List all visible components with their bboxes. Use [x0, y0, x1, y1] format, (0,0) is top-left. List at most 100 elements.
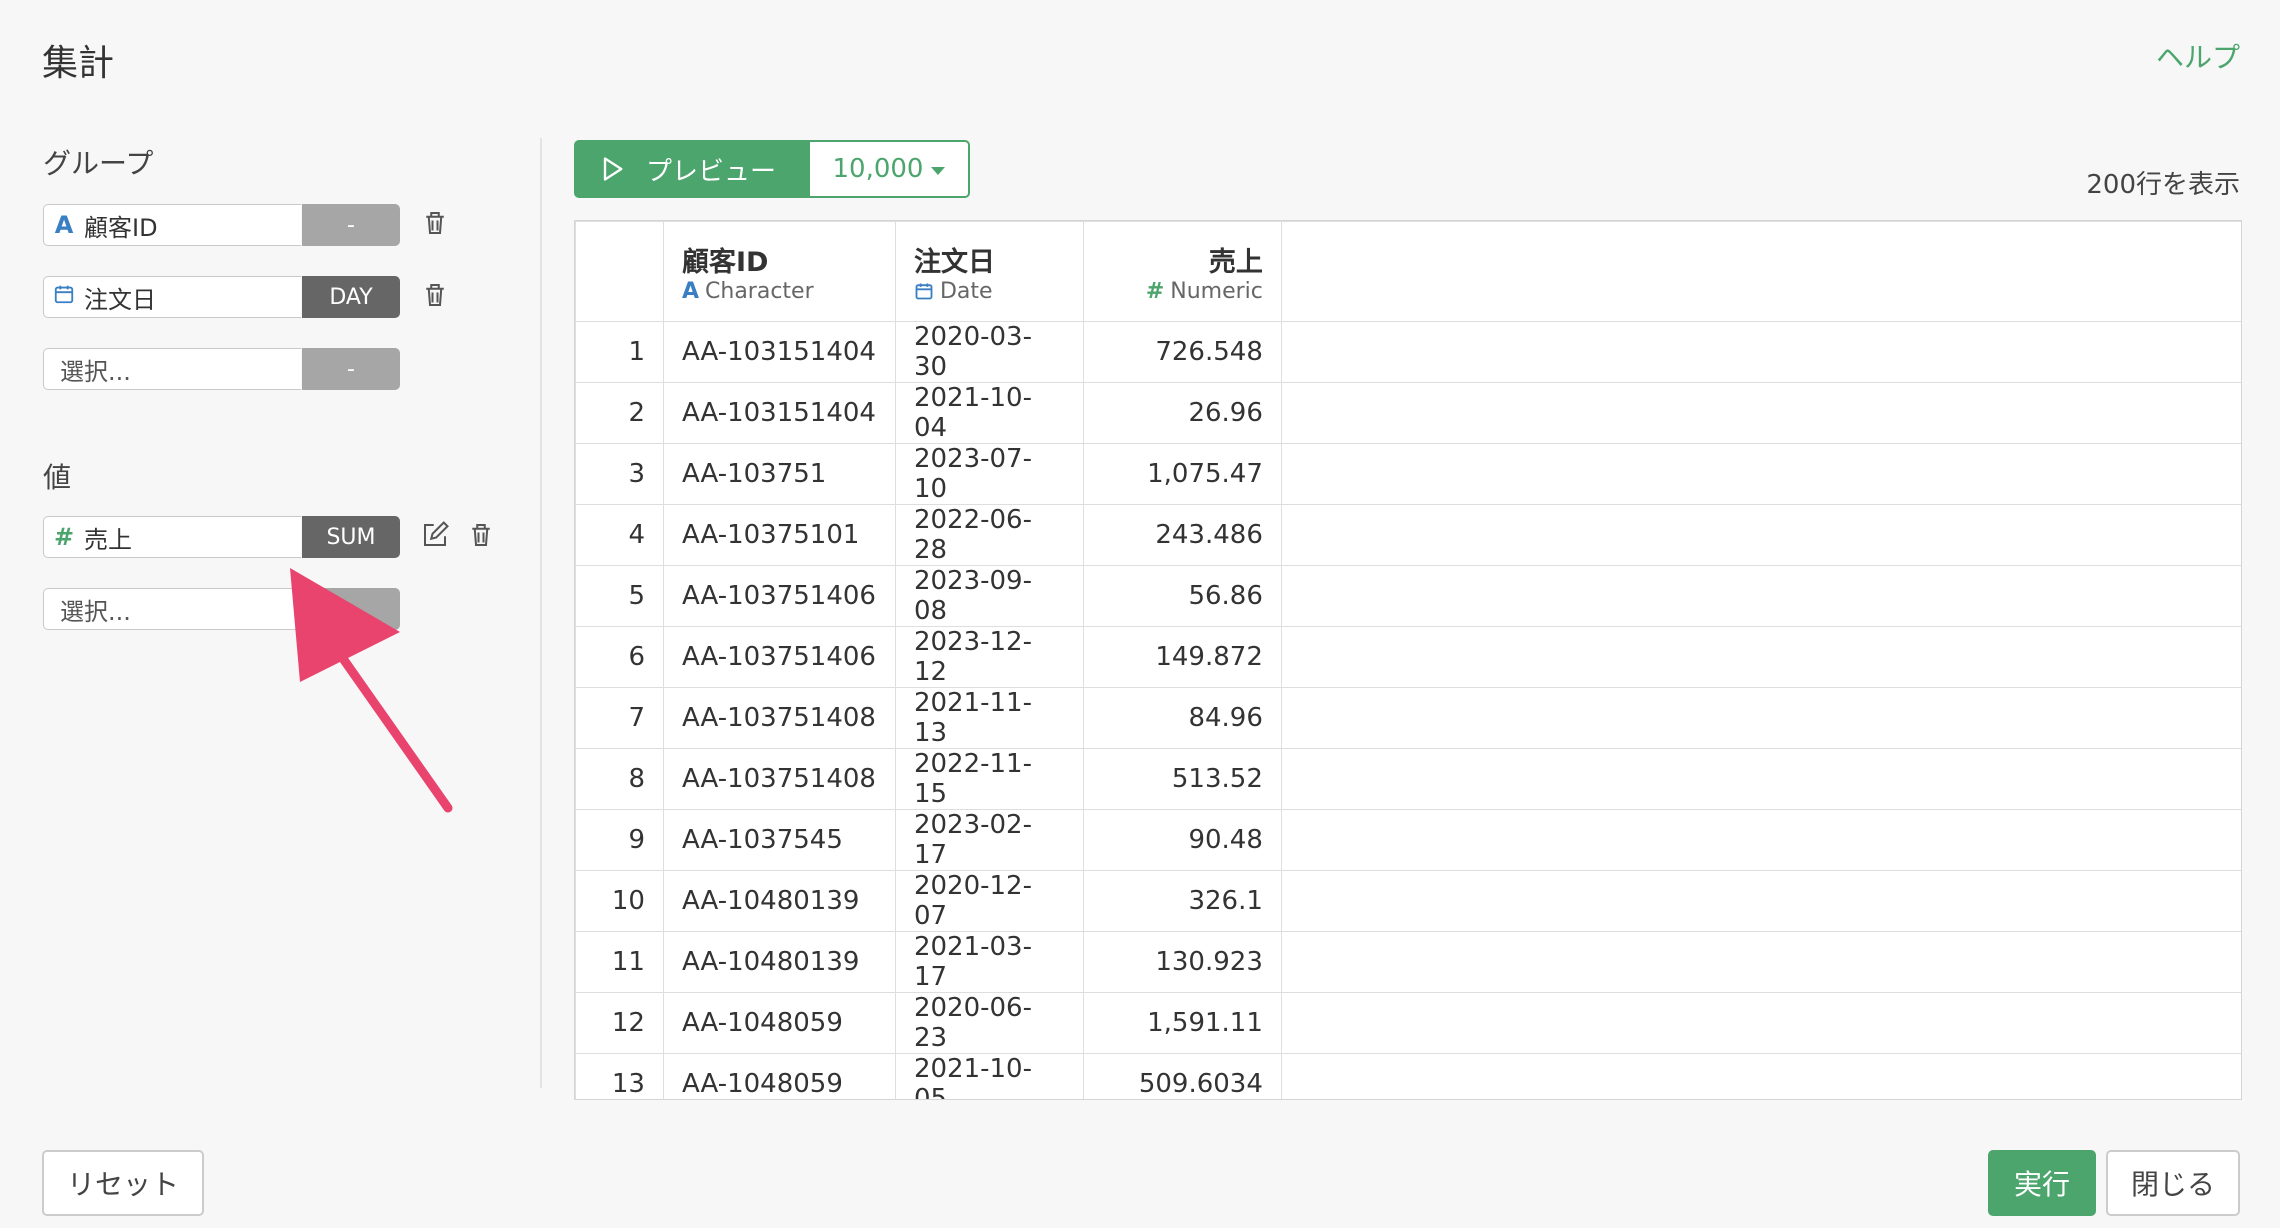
group-agg-select-order-date[interactable]: DAY: [302, 276, 400, 318]
cell-order-date: 2021-10-05: [894, 1053, 1084, 1099]
group-agg-select-customer-id[interactable]: -: [302, 204, 400, 246]
value-agg-select-empty[interactable]: [302, 588, 400, 630]
row-index: 1: [575, 321, 664, 383]
cell-sales: 1,591.11: [1082, 992, 1282, 1054]
cell-order-date: 2020-06-23: [894, 992, 1084, 1054]
table-row: 8 AA-103751408 2022-11-15 513.52: [575, 748, 2241, 810]
panel-divider: [540, 138, 542, 1088]
value-agg-select-sales[interactable]: SUM: [302, 516, 400, 558]
row-index: 7: [575, 687, 664, 749]
cell-order-date: 2022-11-15: [894, 748, 1084, 810]
cell-order-date: 2021-10-04: [894, 382, 1084, 444]
table-row: 5 AA-103751406 2023-09-08 56.86: [575, 565, 2241, 627]
preview-table[interactable]: 顧客ID A Character 注文日 Date 売上 # Numeric 1 AA…: [574, 220, 2242, 1100]
cell-sales: 130.923: [1082, 931, 1282, 993]
cell-sales: 56.86: [1082, 565, 1282, 627]
cell-customer-id: AA-10375101: [662, 504, 896, 566]
help-link[interactable]: ヘルプ: [2156, 36, 2240, 76]
run-button[interactable]: 実行: [1988, 1150, 2096, 1216]
table-row: 3 AA-103751 2023-07-10 1,075.47: [575, 443, 2241, 505]
play-icon: [603, 157, 623, 181]
row-index: 2: [575, 382, 664, 444]
cell-customer-id: AA-103151404: [662, 321, 896, 383]
row-index: 3: [575, 443, 664, 505]
cell-customer-id: AA-103751408: [662, 687, 896, 749]
table-row: 9 AA-1037545 2023-02-17 90.48: [575, 809, 2241, 871]
table-row: 7 AA-103751408 2021-11-13 84.96: [575, 687, 2241, 749]
values-section-label: 値: [43, 461, 72, 494]
value-field-select[interactable]: 選択...: [43, 588, 301, 630]
cell-customer-id: AA-1037545: [662, 809, 896, 871]
cell-sales: 90.48: [1082, 809, 1282, 871]
preview-button[interactable]: プレビュー: [574, 140, 810, 198]
cell-customer-id: AA-103751406: [662, 565, 896, 627]
caret-down-icon: [931, 167, 946, 175]
cell-sales: 1,075.47: [1082, 443, 1282, 505]
cell-customer-id: AA-103751406: [662, 626, 896, 688]
character-type-icon: A: [54, 211, 74, 239]
column-header-order-date[interactable]: 注文日 Date: [894, 221, 1084, 322]
cell-order-date: 2023-02-17: [894, 809, 1084, 871]
cell-sales: 513.52: [1082, 748, 1282, 810]
preview-rows-value: 10,000: [832, 154, 924, 184]
row-count-text: 200行を表示: [2086, 170, 2240, 200]
preview-rows-dropdown[interactable]: 10,000: [810, 140, 970, 198]
group-field-label: 注文日: [84, 285, 156, 314]
trash-icon[interactable]: [420, 280, 450, 310]
reset-button[interactable]: リセット: [42, 1150, 204, 1216]
cell-customer-id: AA-10480139: [662, 870, 896, 932]
cell-order-date: 2020-12-07: [894, 870, 1084, 932]
preview-label: プレビュー: [646, 156, 777, 187]
group-field-customer-id[interactable]: A 顧客ID: [43, 204, 301, 246]
cell-sales: 243.486: [1082, 504, 1282, 566]
cell-sales: 84.96: [1082, 687, 1282, 749]
table-row: 10 AA-10480139 2020-12-07 326.1: [575, 870, 2241, 932]
value-field-sales[interactable]: # 売上: [43, 516, 301, 558]
calendar-icon: [44, 283, 84, 311]
row-index: 8: [575, 748, 664, 810]
cell-order-date: 2023-09-08: [894, 565, 1084, 627]
trash-icon[interactable]: [420, 208, 450, 238]
close-button[interactable]: 閉じる: [2106, 1150, 2240, 1216]
value-field-placeholder: 選択...: [60, 597, 131, 626]
character-type-icon: A: [681, 278, 700, 304]
cell-customer-id: AA-103151404: [662, 382, 896, 444]
cell-order-date: 2020-03-30: [894, 321, 1084, 383]
trash-icon[interactable]: [466, 520, 496, 550]
cell-order-date: 2022-06-28: [894, 504, 1084, 566]
cell-customer-id: AA-1048059: [662, 1053, 896, 1099]
cell-sales: 26.96: [1082, 382, 1282, 444]
group-field-select[interactable]: 選択...: [43, 348, 301, 390]
table-row: 13 AA-1048059 2021-10-05 509.6034: [575, 1053, 2241, 1099]
page-title: 集計: [42, 43, 115, 84]
cell-sales: 509.6034: [1082, 1053, 1282, 1099]
group-agg-select-empty[interactable]: -: [302, 348, 400, 390]
column-header-sales[interactable]: 売上 # Numeric: [1082, 221, 1282, 322]
cell-sales: 726.548: [1082, 321, 1282, 383]
row-index: 10: [575, 870, 664, 932]
value-field-label: 売上: [84, 525, 132, 554]
cell-order-date: 2023-07-10: [894, 443, 1084, 505]
cell-customer-id: AA-1048059: [662, 992, 896, 1054]
cell-sales: 149.872: [1082, 626, 1282, 688]
edit-icon[interactable]: [420, 520, 450, 550]
row-index: 13: [575, 1053, 664, 1099]
cell-order-date: 2023-12-12: [894, 626, 1084, 688]
row-index: 6: [575, 626, 664, 688]
cell-order-date: 2021-11-13: [894, 687, 1084, 749]
group-field-placeholder: 選択...: [60, 357, 131, 386]
calendar-icon: [915, 283, 933, 300]
row-index: 11: [575, 931, 664, 993]
numeric-type-icon: #: [1145, 278, 1165, 304]
group-field-order-date[interactable]: 注文日: [43, 276, 301, 318]
table-row: 6 AA-103751406 2023-12-12 149.872: [575, 626, 2241, 688]
table-row: 2 AA-103151404 2021-10-04 26.96: [575, 382, 2241, 444]
column-header-customer-id[interactable]: 顧客ID A Character: [662, 221, 896, 322]
group-section-label: グループ: [43, 147, 154, 180]
row-index: 12: [575, 992, 664, 1054]
cell-sales: 326.1: [1082, 870, 1282, 932]
index-header: [575, 221, 664, 322]
table-row: 1 AA-103151404 2020-03-30 726.548: [575, 321, 2241, 383]
row-index: 9: [575, 809, 664, 871]
cell-order-date: 2021-03-17: [894, 931, 1084, 993]
